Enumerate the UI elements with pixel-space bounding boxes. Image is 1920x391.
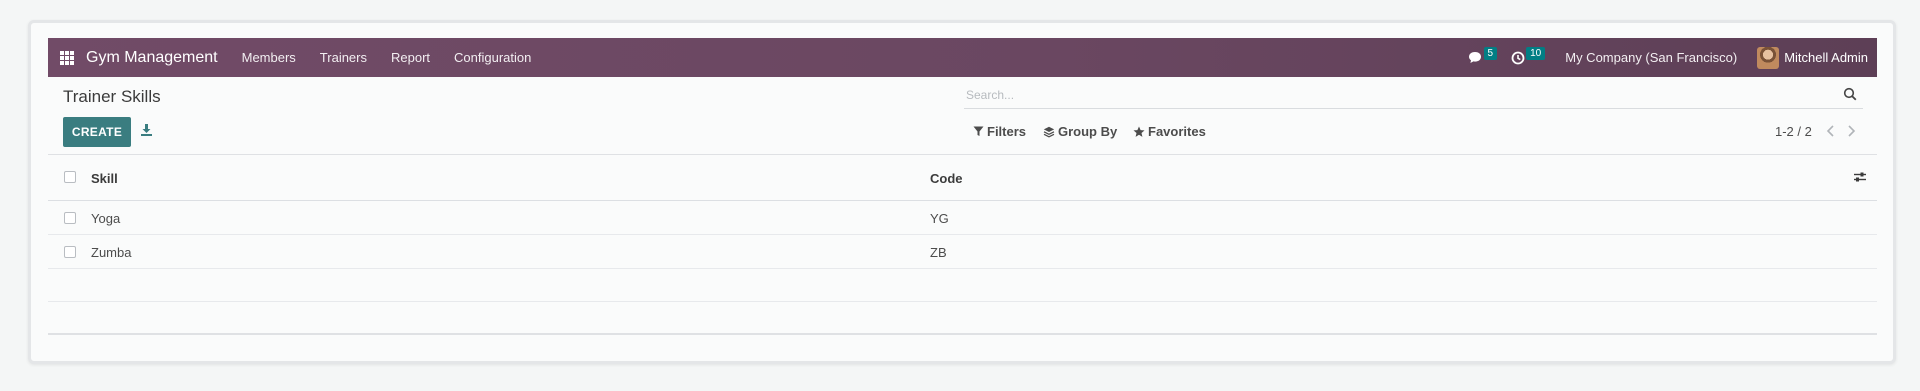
filters-label: Filters (987, 124, 1027, 139)
table-row[interactable]: Zumba ZB (48, 235, 1877, 269)
table-footer-divider (48, 333, 1877, 335)
user-menu[interactable]: Mitchell Admin (1784, 50, 1868, 65)
activities-button[interactable]: 10 (1511, 46, 1546, 65)
column-header-code[interactable]: Code (930, 171, 963, 186)
chevron-right-icon[interactable] (1846, 124, 1856, 140)
app-brand[interactable]: Gym Management (86, 49, 218, 67)
control-panel-divider (48, 154, 1877, 155)
menu-report[interactable]: Report (391, 50, 430, 65)
cell-code[interactable]: ZB (930, 245, 947, 260)
group-by-label: Group By (1058, 124, 1118, 139)
chat-icon (1468, 51, 1481, 63)
cell-skill[interactable]: Yoga (91, 211, 120, 226)
group-by-button[interactable]: Group By (1043, 124, 1117, 139)
messages-count-badge: 5 (1483, 46, 1498, 60)
cell-skill[interactable]: Zumba (91, 245, 131, 260)
messages-button[interactable]: 5 (1468, 46, 1498, 65)
select-all-checkbox[interactable] (64, 171, 76, 183)
chevron-left-icon[interactable] (1826, 124, 1836, 140)
column-header-skill[interactable]: Skill (91, 171, 118, 186)
user-avatar[interactable] (1757, 46, 1780, 69)
list-table: Skill Code Yoga YG Zumba ZB (48, 156, 1877, 302)
filters-button[interactable]: Filters (973, 124, 1026, 139)
row-checkbox[interactable] (64, 212, 76, 224)
pager-value[interactable]: 1-2 / 2 (1775, 124, 1812, 139)
favorites-label: Favorites (1148, 124, 1206, 139)
star-icon (1133, 126, 1145, 137)
search-input[interactable] (964, 83, 1814, 107)
clock-icon (1511, 51, 1525, 64)
optional-columns-icon[interactable] (1853, 170, 1867, 188)
row-checkbox[interactable] (64, 246, 76, 258)
search-icon[interactable] (1843, 87, 1857, 106)
activities-count-badge: 10 (1526, 46, 1546, 60)
table-header-row: Skill Code (48, 156, 1877, 201)
table-row[interactable]: Yoga YG (48, 201, 1877, 235)
filter-icon (973, 126, 984, 136)
company-switcher[interactable]: My Company (San Francisco) (1565, 50, 1737, 65)
menu-trainers[interactable]: Trainers (320, 50, 367, 65)
apps-menu-icon[interactable] (60, 50, 74, 65)
empty-table-row (48, 269, 1877, 302)
page-title: Trainer Skills (63, 87, 161, 106)
download-icon[interactable] (140, 123, 153, 141)
search-bar (964, 83, 1863, 109)
menu-members[interactable]: Members (242, 50, 296, 65)
create-button[interactable]: CREATE (63, 117, 131, 147)
layers-icon (1043, 126, 1055, 137)
cell-code[interactable]: YG (930, 211, 949, 226)
menu-configuration[interactable]: Configuration (454, 50, 531, 65)
top-navbar: Gym Management Members Trainers Report C… (48, 38, 1877, 77)
favorites-button[interactable]: Favorites (1133, 124, 1206, 139)
